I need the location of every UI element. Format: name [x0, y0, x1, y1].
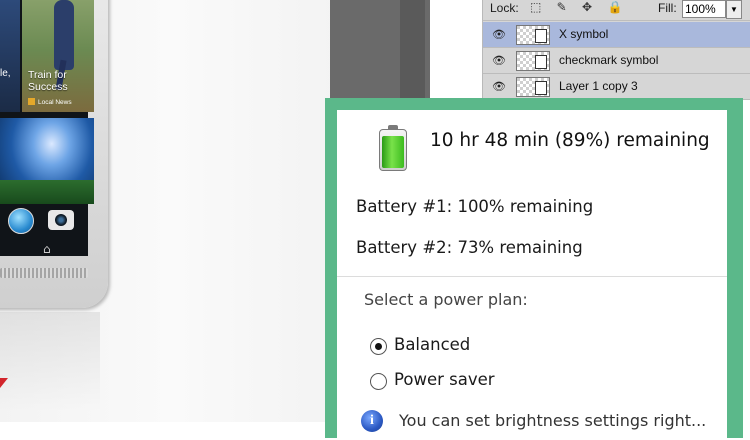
phone-screen: le, Train for Success Local News ⌂	[0, 0, 94, 256]
layer-thumbnail	[516, 77, 550, 97]
visibility-eye-icon[interactable]: 👁	[491, 28, 507, 41]
info-icon: i	[361, 410, 383, 432]
battery-1-status: Battery #1: 100% remaining	[356, 197, 594, 216]
radio-label-power-saver[interactable]: Power saver	[394, 370, 495, 389]
visibility-eye-icon[interactable]: 👁	[491, 80, 507, 93]
phone-reflection	[0, 312, 100, 412]
layer-thumbnail	[516, 25, 550, 45]
radio-label-balanced[interactable]: Balanced	[394, 335, 470, 354]
tile-left-text: le,	[0, 68, 11, 79]
layers-panel: Lock: ⬚ ✎ ✥ 🔒 Fill: 100% ▼ 👁 X symbol 👁 …	[482, 0, 750, 100]
fill-dropdown-icon[interactable]: ▼	[726, 0, 742, 19]
layer-name: Layer 1 copy 3	[559, 79, 638, 93]
tile-source: Local News	[28, 98, 72, 106]
battery-icon	[379, 125, 407, 171]
red-logo-fragment	[0, 378, 8, 388]
battery-2-status: Battery #2: 73% remaining	[356, 238, 583, 257]
home-icon: ⌂	[43, 242, 51, 256]
news-tile-left: le,	[0, 0, 20, 112]
info-text: You can set brightness settings right...	[399, 411, 707, 430]
battery-flyout-content: 10 hr 48 min (89%) remaining Battery #1:…	[337, 110, 727, 440]
battery-flyout: 10 hr 48 min (89%) remaining Battery #1:…	[325, 98, 743, 440]
visibility-eye-icon[interactable]: 👁	[491, 54, 507, 67]
smart-object-icon	[535, 55, 547, 69]
fill-label: Fill:	[658, 1, 677, 15]
battery-charge-fill	[382, 135, 404, 168]
radio-balanced[interactable]	[370, 338, 387, 355]
news-tile-runner: Train for Success Local News	[22, 0, 94, 112]
power-plan-title: Select a power plan:	[364, 290, 528, 309]
divider	[337, 276, 727, 277]
layer-row-x-symbol[interactable]: 👁 X symbol	[483, 22, 750, 48]
layer-name: X symbol	[559, 27, 609, 41]
lock-label: Lock:	[490, 1, 519, 15]
layers-toolbar: Lock: ⬚ ✎ ✥ 🔒 Fill: 100% ▼	[483, 0, 750, 21]
phone-device: le, Train for Success Local News ⌂	[0, 0, 108, 308]
browser-globe-icon	[8, 208, 34, 234]
background-grey-strip	[400, 0, 425, 100]
layer-mask-icon	[535, 81, 547, 95]
tile-title: Train for Success	[28, 69, 68, 93]
fill-input[interactable]: 100%	[682, 0, 726, 18]
lock-icons[interactable]: ⬚ ✎ ✥ 🔒	[530, 0, 628, 14]
battery-summary: 10 hr 48 min (89%) remaining	[430, 130, 710, 151]
layer-row-checkmark-symbol[interactable]: 👁 checkmark symbol	[483, 48, 750, 74]
camera-icon	[48, 210, 74, 230]
layer-thumbnail	[516, 51, 550, 71]
layer-name: checkmark symbol	[559, 53, 659, 67]
radio-power-saver[interactable]	[370, 373, 387, 390]
stadium-tile	[0, 118, 94, 204]
layer-row-layer-1-copy-3[interactable]: 👁 Layer 1 copy 3	[483, 74, 750, 100]
smart-object-icon	[535, 29, 547, 43]
app-dock	[0, 206, 94, 234]
speaker-grille	[0, 268, 88, 278]
